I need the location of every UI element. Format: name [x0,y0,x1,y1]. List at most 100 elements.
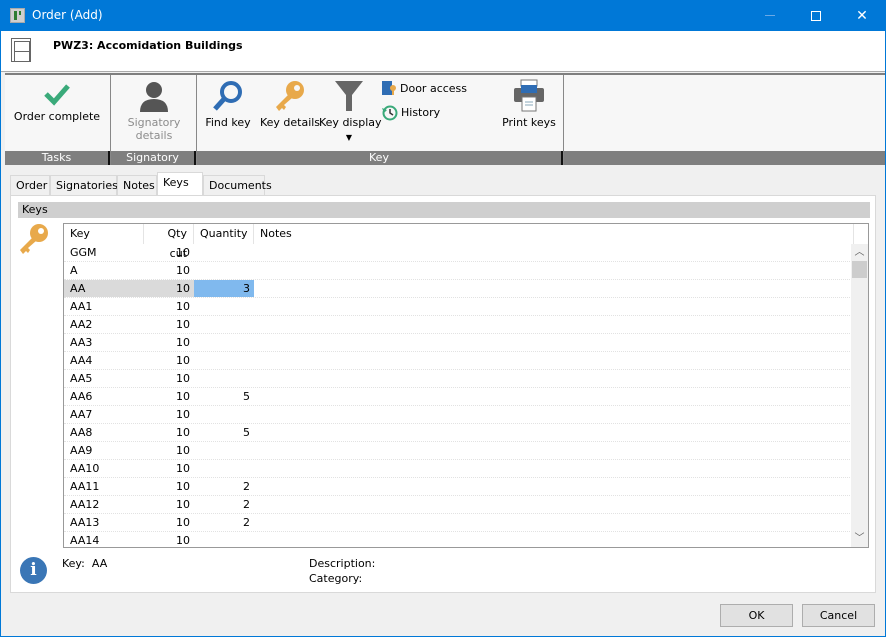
cell-notes[interactable] [254,244,854,261]
door-access-button[interactable]: Door access [381,80,467,96]
table-row[interactable]: AA10 10 [64,460,854,478]
table-row[interactable]: AA4 10 [64,352,854,370]
order-complete-button[interactable]: Order complete [11,81,103,123]
cell-quantity[interactable] [194,460,254,477]
cell-notes[interactable] [254,262,854,279]
cell-qty-cut: 10 [176,426,190,439]
table-row[interactable]: AA7 10 [64,406,854,424]
cell-quantity[interactable]: 3 [194,280,254,297]
tab-notes[interactable]: Notes [117,175,157,195]
table-row[interactable]: AA9 10 [64,442,854,460]
vertical-scrollbar[interactable]: ︿ ﹀ [851,244,868,547]
table-row[interactable]: AA1 10 [64,298,854,316]
cell-qty-cut: 10 [176,444,190,457]
scroll-down-icon[interactable]: ﹀ [851,530,868,547]
group-label-key: Key [197,151,563,165]
cell-quantity[interactable]: 2 [194,496,254,513]
tab-keys[interactable]: Keys [157,172,203,195]
history-button[interactable]: History [381,104,440,121]
cell-key: A [70,264,78,277]
table-row[interactable]: AA13 10 2 [64,514,854,532]
cell-notes[interactable] [254,388,854,405]
cell-quantity[interactable] [194,244,254,261]
cell-quantity[interactable] [194,442,254,459]
magnifier-icon [213,81,242,111]
cell-notes[interactable] [254,370,854,387]
signatory-details-label-1: Signatory [127,116,181,129]
table-row[interactable]: AA5 10 [64,370,854,388]
history-icon [382,105,398,121]
cell-notes[interactable] [254,298,854,315]
cell-quantity[interactable] [194,316,254,333]
table-row[interactable]: AA11 10 2 [64,478,854,496]
cell-notes[interactable] [254,334,854,351]
filter-icon [335,81,363,111]
cell-notes[interactable] [254,316,854,333]
cell-quantity[interactable]: 2 [194,514,254,531]
info-category: Category: [309,572,362,585]
cell-quantity[interactable] [194,370,254,387]
cell-notes[interactable] [254,514,854,531]
ok-button[interactable]: OK [720,604,793,627]
cell-quantity[interactable]: 5 [194,424,254,441]
keys-grid[interactable]: Key Qty cut Quantity Notes GGM 10 A 10 AA 10 3… [63,223,869,548]
column-header-quantity[interactable]: Quantity [194,224,254,244]
table-row[interactable]: AA6 10 5 [64,388,854,406]
ribbon-group-empty [564,75,885,165]
column-header-key[interactable]: Key [64,224,144,244]
cell-notes[interactable] [254,532,854,547]
cell-quantity[interactable]: 5 [194,388,254,405]
signatory-details-button[interactable]: Signatory details [115,79,193,142]
column-header-notes[interactable]: Notes [254,224,854,244]
tab-order[interactable]: Order [10,175,50,195]
ribbon-group-signatory: Signatory details Signatory [111,75,197,165]
cell-quantity[interactable] [194,298,254,315]
app-icon [10,8,25,23]
find-key-button[interactable]: Find key [205,79,251,129]
cancel-button[interactable]: Cancel [802,604,875,627]
cell-key: AA10 [70,462,100,475]
cell-quantity[interactable]: 2 [194,478,254,495]
table-row[interactable]: A 10 [64,262,854,280]
cell-notes[interactable] [254,460,854,477]
table-row[interactable]: AA8 10 5 [64,424,854,442]
key-display-button[interactable]: Key display ▼ [319,79,382,142]
info-key: Key: AA [62,557,107,570]
table-row[interactable]: GGM 10 [64,244,854,262]
print-keys-button[interactable]: Print keys [499,79,559,129]
cell-quantity[interactable] [194,406,254,423]
close-button[interactable]: ✕ [839,0,885,31]
cell-key: AA11 [70,480,100,493]
cell-notes[interactable] [254,442,854,459]
scroll-thumb[interactable] [852,261,867,278]
table-row[interactable]: AA2 10 [64,316,854,334]
cell-notes[interactable] [254,406,854,423]
cell-notes[interactable] [254,496,854,513]
cell-quantity[interactable] [194,352,254,369]
table-row[interactable]: AA14 10 [64,532,854,547]
cell-notes[interactable] [254,352,854,369]
table-row[interactable]: AA3 10 [64,334,854,352]
tab-signatories[interactable]: Signatories [50,175,118,195]
table-row[interactable]: AA12 10 2 [64,496,854,514]
order-header: PWZ3: Accomidation Buildings [1,31,885,72]
cell-notes[interactable] [254,280,854,297]
cell-quantity[interactable] [194,532,254,547]
maximize-icon [811,10,821,21]
table-row[interactable]: AA 10 3 [64,280,854,298]
cell-notes[interactable] [254,424,854,441]
scroll-up-icon[interactable]: ︿ [851,244,868,261]
ribbon: Order complete Tasks Signatory details S… [5,73,885,165]
tab-documents[interactable]: Documents [203,175,272,195]
cell-qty-cut: 10 [176,462,190,475]
key-details-button[interactable]: Key details [259,79,321,129]
minimize-button[interactable] [747,0,793,31]
cell-notes[interactable] [254,478,854,495]
maximize-button[interactable] [793,0,839,31]
cell-quantity[interactable] [194,334,254,351]
cell-key: AA5 [70,372,93,385]
cell-quantity[interactable] [194,262,254,279]
signatory-details-label-2: details [135,129,173,142]
cell-key: AA2 [70,318,93,331]
column-header-qty-cut[interactable]: Qty cut [144,224,194,260]
